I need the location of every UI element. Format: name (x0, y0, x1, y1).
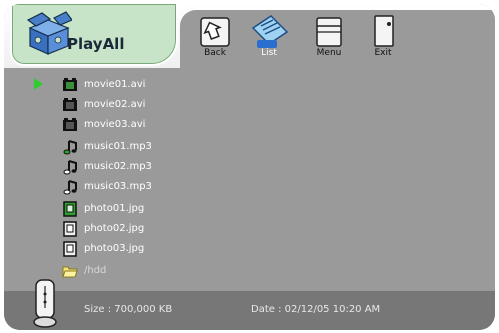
back-button[interactable]: Back (194, 14, 236, 62)
list-item[interactable]: music02.mp3 (32, 158, 282, 176)
storage-device-icon (33, 279, 57, 328)
file-name: movie03.avi (84, 119, 146, 130)
file-name: photo03.jpg (84, 243, 145, 254)
list-item[interactable]: movie03.avi (32, 116, 282, 134)
toolbar: Back List Menu Exit (180, 10, 495, 68)
file-size-text: Size : 700,000 KB (84, 304, 173, 315)
list-button-label: List (261, 48, 277, 58)
list-item[interactable]: music01.mp3 (32, 138, 282, 156)
list-button[interactable]: List (248, 14, 290, 62)
play-cursor-icon (34, 78, 43, 90)
file-name: photo01.jpg (84, 203, 145, 214)
photo-icon (63, 201, 77, 217)
list-item[interactable]: movie01.avi (32, 76, 282, 94)
status-bar: Size : 700,000 KB Date : 02/12/05 10:20 … (4, 291, 495, 330)
music-note-icon (63, 180, 77, 195)
list-item[interactable]: photo01.jpg (32, 200, 282, 218)
photo-icon (63, 221, 77, 237)
file-name: movie01.avi (84, 79, 146, 90)
file-name: music01.mp3 (84, 141, 152, 152)
folder-icon (62, 266, 78, 278)
file-name: music02.mp3 (84, 161, 152, 172)
file-name: movie02.avi (84, 99, 146, 110)
exit-door-icon (374, 15, 394, 47)
header-bar: PlayAll Back List Menu Exit (4, 4, 495, 68)
app-title: PlayAll (67, 35, 125, 53)
back-button-label: Back (204, 48, 226, 58)
music-note-icon (63, 140, 77, 155)
list-item[interactable]: /hdd (32, 262, 282, 280)
film-icon (63, 78, 77, 91)
menu-button[interactable]: Menu (308, 14, 350, 62)
player-window: PlayAll Back List Menu Exit movie01.avi … (4, 4, 495, 330)
file-date-text: Date : 02/12/05 10:20 AM (251, 304, 381, 315)
list-item[interactable]: music03.mp3 (32, 178, 282, 196)
menu-icon (316, 17, 342, 47)
list-item[interactable]: movie02.avi (32, 96, 282, 114)
logo-tab: PlayAll (10, 4, 178, 66)
list-item[interactable]: photo02.jpg (32, 220, 282, 238)
list-icon (251, 15, 289, 48)
photo-icon (63, 241, 77, 257)
gift-box-logo-icon (26, 11, 72, 55)
exit-button[interactable]: Exit (362, 14, 404, 62)
file-name: /hdd (84, 265, 107, 276)
film-icon (63, 98, 77, 111)
back-arrow-icon (200, 17, 230, 47)
list-item[interactable]: photo03.jpg (32, 240, 282, 258)
file-name: music03.mp3 (84, 181, 152, 192)
menu-button-label: Menu (316, 48, 342, 58)
film-icon (63, 118, 77, 131)
exit-button-label: Exit (374, 48, 392, 58)
music-note-icon (63, 160, 77, 175)
file-name: photo02.jpg (84, 223, 145, 234)
